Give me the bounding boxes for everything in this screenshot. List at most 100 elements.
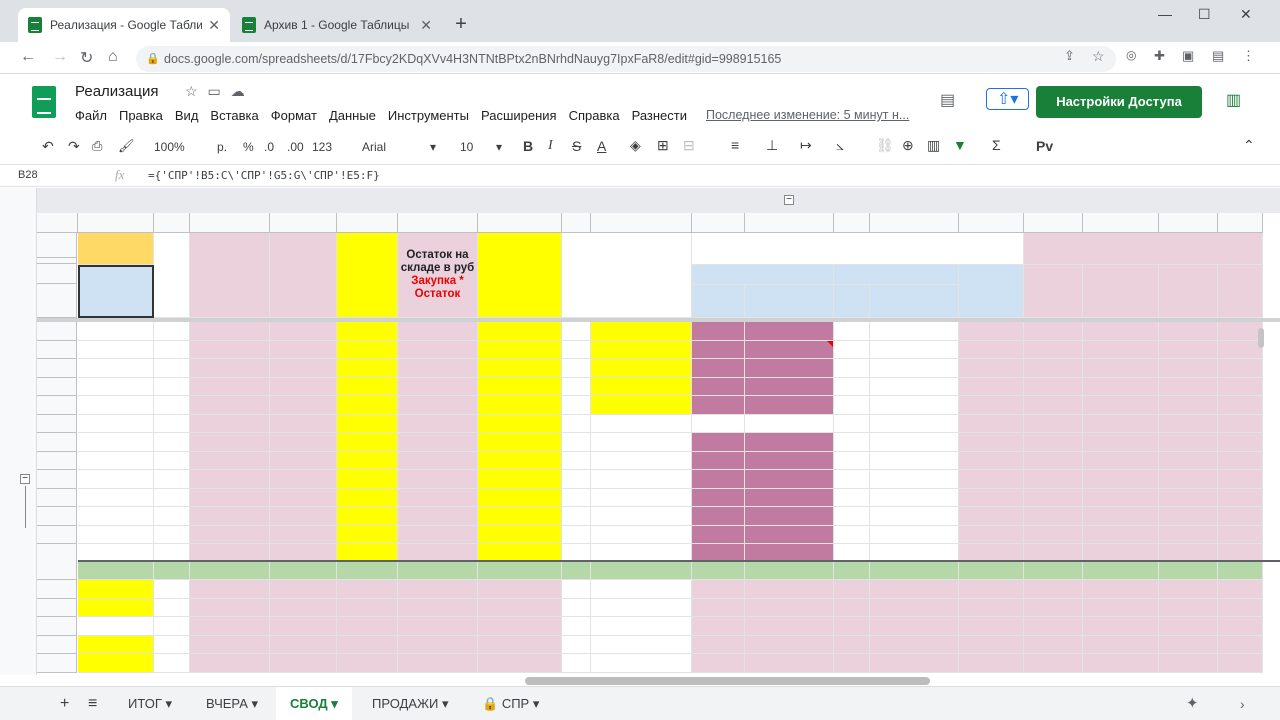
cell[interactable] (1159, 654, 1218, 673)
cell[interactable] (562, 580, 591, 599)
cell[interactable] (1218, 526, 1263, 544)
filter-button[interactable] (870, 562, 959, 580)
cell[interactable] (1159, 470, 1218, 489)
cell[interactable] (591, 396, 692, 415)
cell[interactable] (270, 322, 337, 341)
cell[interactable] (154, 617, 190, 636)
cell[interactable] (1159, 452, 1218, 470)
cell[interactable] (591, 359, 692, 378)
cell[interactable] (1218, 489, 1263, 507)
filter-button[interactable] (562, 562, 591, 580)
cell[interactable] (1083, 452, 1159, 470)
cell[interactable] (478, 654, 562, 673)
cell[interactable] (591, 526, 692, 544)
decrease-decimal-button[interactable]: .0 (264, 140, 274, 154)
cell[interactable] (1218, 433, 1263, 452)
cell[interactable] (1024, 341, 1083, 359)
cell[interactable] (190, 396, 270, 415)
cell[interactable] (78, 341, 154, 359)
cell[interactable] (478, 233, 562, 318)
scroll-sheets-icon[interactable]: › (1226, 687, 1259, 720)
column-header[interactable] (745, 213, 834, 233)
cell[interactable] (1218, 617, 1263, 636)
cell[interactable] (398, 580, 478, 599)
align-vertical-icon[interactable]: ⊥ (766, 137, 778, 154)
cell[interactable] (398, 433, 478, 452)
cell[interactable] (337, 470, 398, 489)
cell[interactable] (78, 396, 154, 415)
row-header[interactable] (37, 452, 77, 470)
cell[interactable] (478, 580, 562, 599)
cell[interactable] (870, 285, 959, 318)
comments-icon[interactable]: ▤ (940, 90, 955, 110)
text-rotate-icon[interactable]: ⦣ (836, 137, 844, 154)
cell[interactable] (562, 489, 591, 507)
cell[interactable] (1083, 341, 1159, 359)
cell[interactable] (398, 378, 478, 396)
cell[interactable] (1159, 433, 1218, 452)
column-header[interactable] (337, 213, 398, 233)
cell[interactable] (745, 489, 834, 507)
browser-tab[interactable]: Архив 1 - Google Таблицы ✕ (232, 8, 442, 42)
browser-tab-active[interactable]: Реализация - Google Таблицы ✕ (18, 8, 230, 42)
column-header[interactable] (562, 213, 591, 233)
cell[interactable] (870, 341, 959, 359)
filter-button[interactable] (190, 562, 270, 580)
filter-button[interactable] (834, 562, 870, 580)
cell[interactable] (78, 507, 154, 526)
cell[interactable] (78, 415, 154, 433)
cell[interactable] (959, 617, 1024, 636)
back-icon[interactable]: ← (20, 48, 36, 66)
cell[interactable] (1083, 636, 1159, 654)
cell[interactable] (1024, 265, 1083, 318)
cell[interactable] (190, 359, 270, 378)
cell[interactable] (591, 452, 692, 470)
cell[interactable] (154, 415, 190, 433)
cell[interactable] (562, 378, 591, 396)
cell[interactable] (1024, 599, 1083, 617)
row-header[interactable] (37, 599, 77, 617)
cell[interactable] (190, 599, 270, 617)
cell[interactable] (78, 526, 154, 544)
cell[interactable] (1218, 359, 1263, 378)
filter-button[interactable] (745, 562, 834, 580)
cell[interactable] (834, 599, 870, 617)
cell[interactable] (562, 433, 591, 452)
percent-button[interactable]: % (243, 140, 254, 154)
column-header[interactable] (270, 213, 337, 233)
cell[interactable] (1024, 322, 1083, 341)
font-size-select[interactable]: 10 (460, 140, 473, 154)
cell[interactable] (1083, 617, 1159, 636)
account-icon[interactable]: ▥ (1226, 90, 1241, 110)
cell[interactable] (692, 617, 745, 636)
cell[interactable] (745, 599, 834, 617)
column-header[interactable] (190, 213, 270, 233)
cell[interactable] (834, 341, 870, 359)
cell[interactable] (745, 378, 834, 396)
cell[interactable] (154, 599, 190, 617)
cell[interactable] (692, 654, 745, 673)
cell[interactable] (190, 580, 270, 599)
cell[interactable] (1024, 636, 1083, 654)
cell[interactable] (154, 489, 190, 507)
row-header[interactable] (37, 433, 77, 452)
filter-button[interactable] (1159, 562, 1218, 580)
cell[interactable] (1083, 470, 1159, 489)
cell[interactable] (78, 433, 154, 452)
cell[interactable] (398, 341, 478, 359)
column-header[interactable] (1024, 213, 1083, 233)
increase-decimal-button[interactable]: .00 (287, 140, 304, 154)
cell[interactable] (870, 526, 959, 544)
cell[interactable] (1218, 580, 1263, 599)
cell[interactable] (870, 654, 959, 673)
cell[interactable] (337, 322, 398, 341)
cell[interactable] (959, 322, 1024, 341)
cell[interactable] (154, 396, 190, 415)
cell[interactable] (745, 415, 834, 433)
cell[interactable] (745, 526, 834, 544)
doc-title[interactable]: Реализация (75, 83, 158, 100)
cell[interactable] (562, 415, 591, 433)
cell[interactable] (959, 526, 1024, 544)
cell[interactable] (959, 341, 1024, 359)
cell[interactable] (270, 233, 337, 318)
